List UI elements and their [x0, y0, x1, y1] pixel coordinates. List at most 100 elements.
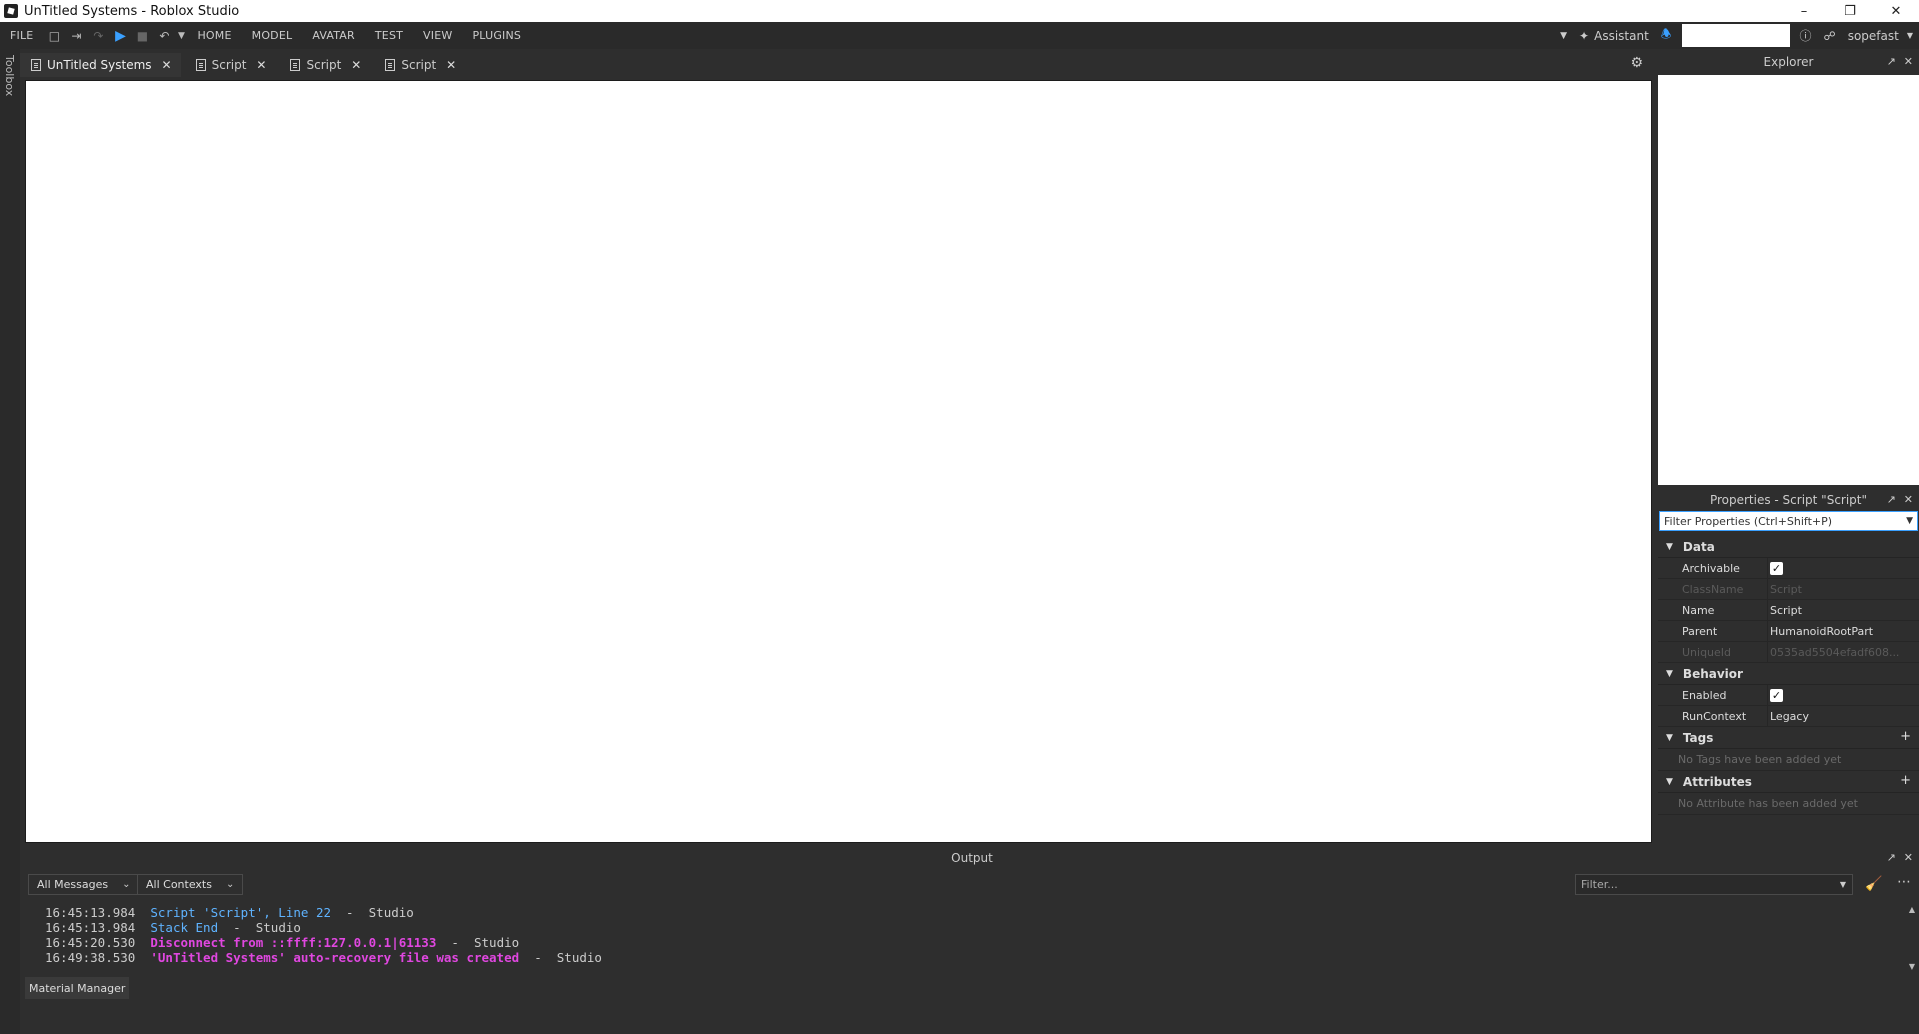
- help-icon[interactable]: ⓘ: [1794, 22, 1818, 49]
- gear-icon[interactable]: ⚙: [1630, 55, 1643, 71]
- prop-name-row: Name Script: [1658, 599, 1919, 621]
- log-separator: -: [218, 920, 256, 935]
- chevron-down-icon[interactable]: ▼: [1840, 880, 1846, 889]
- play-icon[interactable]: ▶: [109, 25, 131, 47]
- scroll-up-arrow-icon[interactable]: ▲: [1909, 905, 1915, 914]
- viewport[interactable]: [25, 80, 1652, 843]
- menu-bar: FILE □ ⇥ ↷ ▶ ■ ↶ ▼ HOME MODEL AVATAR TES…: [0, 22, 1919, 49]
- prop-value[interactable]: Legacy: [1767, 705, 1919, 727]
- close-icon[interactable]: ✕: [162, 58, 172, 72]
- close-icon[interactable]: ✕: [446, 58, 456, 72]
- contexts-filter-dropdown[interactable]: All Contexts ⌄: [137, 874, 244, 895]
- assistant-button[interactable]: ✦ Assistant: [1573, 22, 1655, 49]
- tab-script[interactable]: Script ✕: [279, 53, 370, 77]
- archivable-checkbox[interactable]: ✓: [1770, 561, 1783, 575]
- log-source: Studio: [368, 905, 414, 920]
- log-message: Stack End: [150, 920, 219, 935]
- log-source: Studio: [474, 935, 520, 950]
- place-icon: [31, 59, 41, 71]
- close-icon[interactable]: ✕: [1904, 851, 1913, 864]
- section-label: Data: [1682, 539, 1715, 554]
- undock-icon[interactable]: ↗: [1887, 493, 1896, 506]
- close-icon[interactable]: ✕: [256, 58, 266, 72]
- prop-value: ✓: [1767, 557, 1919, 579]
- properties-title: Properties - Script "Script": [1709, 493, 1868, 507]
- script-icon: [385, 59, 396, 71]
- script-icon: [290, 59, 301, 71]
- log-message[interactable]: Script 'Script', Line 22: [150, 905, 331, 920]
- section-attributes[interactable]: ▼ Attributes +: [1658, 771, 1919, 793]
- new-file-icon[interactable]: □: [43, 25, 65, 47]
- close-icon[interactable]: ✕: [351, 58, 361, 72]
- chevron-down-icon[interactable]: ▼: [1906, 516, 1913, 526]
- explorer-tree[interactable]: [1658, 75, 1919, 485]
- menu-tab-avatar[interactable]: AVATAR: [302, 29, 365, 42]
- add-tag-icon[interactable]: +: [1900, 729, 1911, 744]
- file-menu[interactable]: FILE: [0, 29, 43, 42]
- undock-icon[interactable]: ↗: [1887, 851, 1896, 864]
- stop-icon[interactable]: ■: [131, 25, 153, 47]
- section-behavior[interactable]: ▼ Behavior: [1658, 663, 1919, 685]
- output-title: Output: [951, 851, 993, 865]
- section-tags[interactable]: ▼ Tags +: [1658, 727, 1919, 749]
- username: sopefast: [1847, 28, 1899, 43]
- toolbox-tab[interactable]: Toolbox: [3, 55, 16, 96]
- redo-icon[interactable]: ↷: [87, 25, 109, 47]
- notification-bell-icon[interactable]: 🕭: [1655, 22, 1678, 49]
- section-data[interactable]: ▼ Data: [1658, 536, 1919, 558]
- scroll-down-arrow-icon[interactable]: ▼: [1909, 962, 1915, 971]
- tab-label: UnTitled Systems: [47, 58, 152, 72]
- clear-output-icon[interactable]: 🧹: [1865, 876, 1882, 892]
- messages-filter-dropdown[interactable]: All Messages ⌄: [28, 874, 140, 895]
- prop-name: Name: [1682, 603, 1715, 617]
- chevron-down-icon: ⌄: [225, 879, 235, 890]
- explorer-title: Explorer: [1763, 55, 1814, 69]
- close-icon[interactable]: ✕: [1904, 493, 1913, 506]
- quick-access-dropdown-icon[interactable]: ▼: [175, 25, 187, 47]
- user-menu[interactable]: sopefast ▼: [1842, 22, 1919, 49]
- tab-script[interactable]: Script ✕: [374, 53, 465, 77]
- log-timestamp: 16:45:13.984: [45, 905, 136, 920]
- section-label: Tags: [1682, 730, 1714, 745]
- menubar-right: ▼ ✦ Assistant 🕭 ⓘ ☍ sopefast ▼: [1554, 22, 1919, 49]
- log-source: Studio: [556, 950, 602, 965]
- enabled-checkbox[interactable]: ✓: [1770, 688, 1783, 702]
- close-icon[interactable]: ✕: [1904, 55, 1913, 68]
- publish-icon[interactable]: ⇥: [65, 25, 87, 47]
- menu-tab-model[interactable]: MODEL: [242, 29, 303, 42]
- output-filter-input[interactable]: Filter... ▼: [1575, 874, 1853, 895]
- undo-icon[interactable]: ↶: [153, 25, 175, 47]
- tab-script[interactable]: Script ✕: [185, 53, 276, 77]
- menu-tab-plugins[interactable]: PLUGINS: [462, 29, 531, 42]
- log-message: 'UnTitled Systems' auto-recovery file wa…: [150, 950, 520, 965]
- minimize-button[interactable]: –: [1781, 0, 1827, 22]
- menu-tab-home[interactable]: HOME: [187, 29, 241, 42]
- menu-tab-test[interactable]: TEST: [365, 29, 413, 42]
- filter-properties-input[interactable]: Filter Properties (Ctrl+Shift+P) ▼: [1659, 511, 1918, 531]
- roblox-studio-icon: [4, 4, 18, 18]
- tab-label: Script: [306, 58, 342, 72]
- material-manager-tab[interactable]: Material Manager: [25, 977, 130, 999]
- share-icon[interactable]: ☍: [1818, 22, 1842, 49]
- document-tabbar: UnTitled Systems ✕ Script ✕ Script ✕ Scr…: [20, 49, 1651, 77]
- ribbon-collapse-icon[interactable]: ▼: [1554, 22, 1573, 49]
- prop-value[interactable]: Script: [1767, 599, 1919, 621]
- search-input[interactable]: [1681, 24, 1790, 47]
- prop-enabled: Enabled ✓: [1658, 684, 1919, 706]
- attributes-empty-note: No Attribute has been added yet: [1658, 793, 1919, 815]
- prop-name: Enabled: [1682, 688, 1727, 702]
- tab-untitled-systems[interactable]: UnTitled Systems ✕: [20, 53, 181, 77]
- menu-tab-view[interactable]: VIEW: [413, 29, 462, 42]
- more-options-icon[interactable]: ⋯: [1897, 874, 1911, 890]
- add-attribute-icon[interactable]: +: [1900, 773, 1911, 788]
- restore-button[interactable]: ❐: [1827, 0, 1873, 22]
- undock-icon[interactable]: ↗: [1887, 55, 1896, 68]
- prop-name: RunContext: [1682, 709, 1747, 723]
- log-line: 16:49:38.530 'UnTitled Systems' auto-rec…: [45, 950, 602, 965]
- close-window-button[interactable]: ✕: [1873, 0, 1919, 22]
- prop-value[interactable]: HumanoidRootPart: [1767, 620, 1919, 642]
- log-separator: -: [331, 905, 369, 920]
- output-log: 16:45:13.984 Script 'Script', Line 22 - …: [45, 905, 602, 965]
- prop-parent: Parent HumanoidRootPart: [1658, 620, 1919, 642]
- explorer-header: Explorer ↗ ✕: [1658, 52, 1919, 72]
